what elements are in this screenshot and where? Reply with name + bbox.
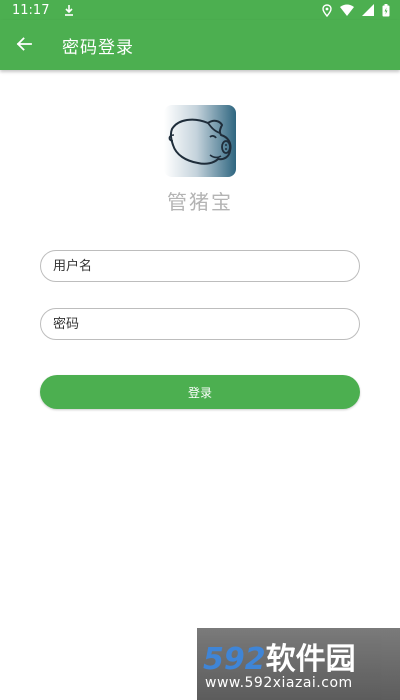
watermark-brand-text: 软件园 [265,642,356,677]
wifi-icon [340,4,354,16]
screen: 11:17 密码登录 管猪宝 用户名 登录 592软件园 www.592xiaz… [0,0,400,700]
battery-icon [382,3,390,17]
login-button[interactable]: 登录 [40,375,360,409]
location-icon [322,3,332,17]
password-field-wrapper [40,308,360,340]
password-input[interactable] [41,309,359,339]
login-button-label: 登录 [187,385,212,400]
watermark-brand: 592软件园 [203,634,356,678]
app-bar: 密码登录 [0,20,400,70]
app-logo [164,105,236,177]
app-name: 管猪宝 [167,190,233,214]
status-bar: 11:17 [0,0,400,20]
download-icon [63,4,75,16]
username-input[interactable] [41,251,359,281]
page-title: 密码登录 [62,37,134,58]
watermark: 592软件园 www.592xiazai.com [197,628,400,700]
watermark-brand-number: 592 [203,642,266,677]
back-button[interactable] [0,20,48,70]
signal-icon [362,4,374,16]
username-field-wrapper [40,250,360,282]
status-time: 11:17 [12,2,50,18]
arrow-left-icon [16,36,32,55]
pig-icon [164,105,236,177]
watermark-url: www.592xiazai.com [205,675,353,691]
